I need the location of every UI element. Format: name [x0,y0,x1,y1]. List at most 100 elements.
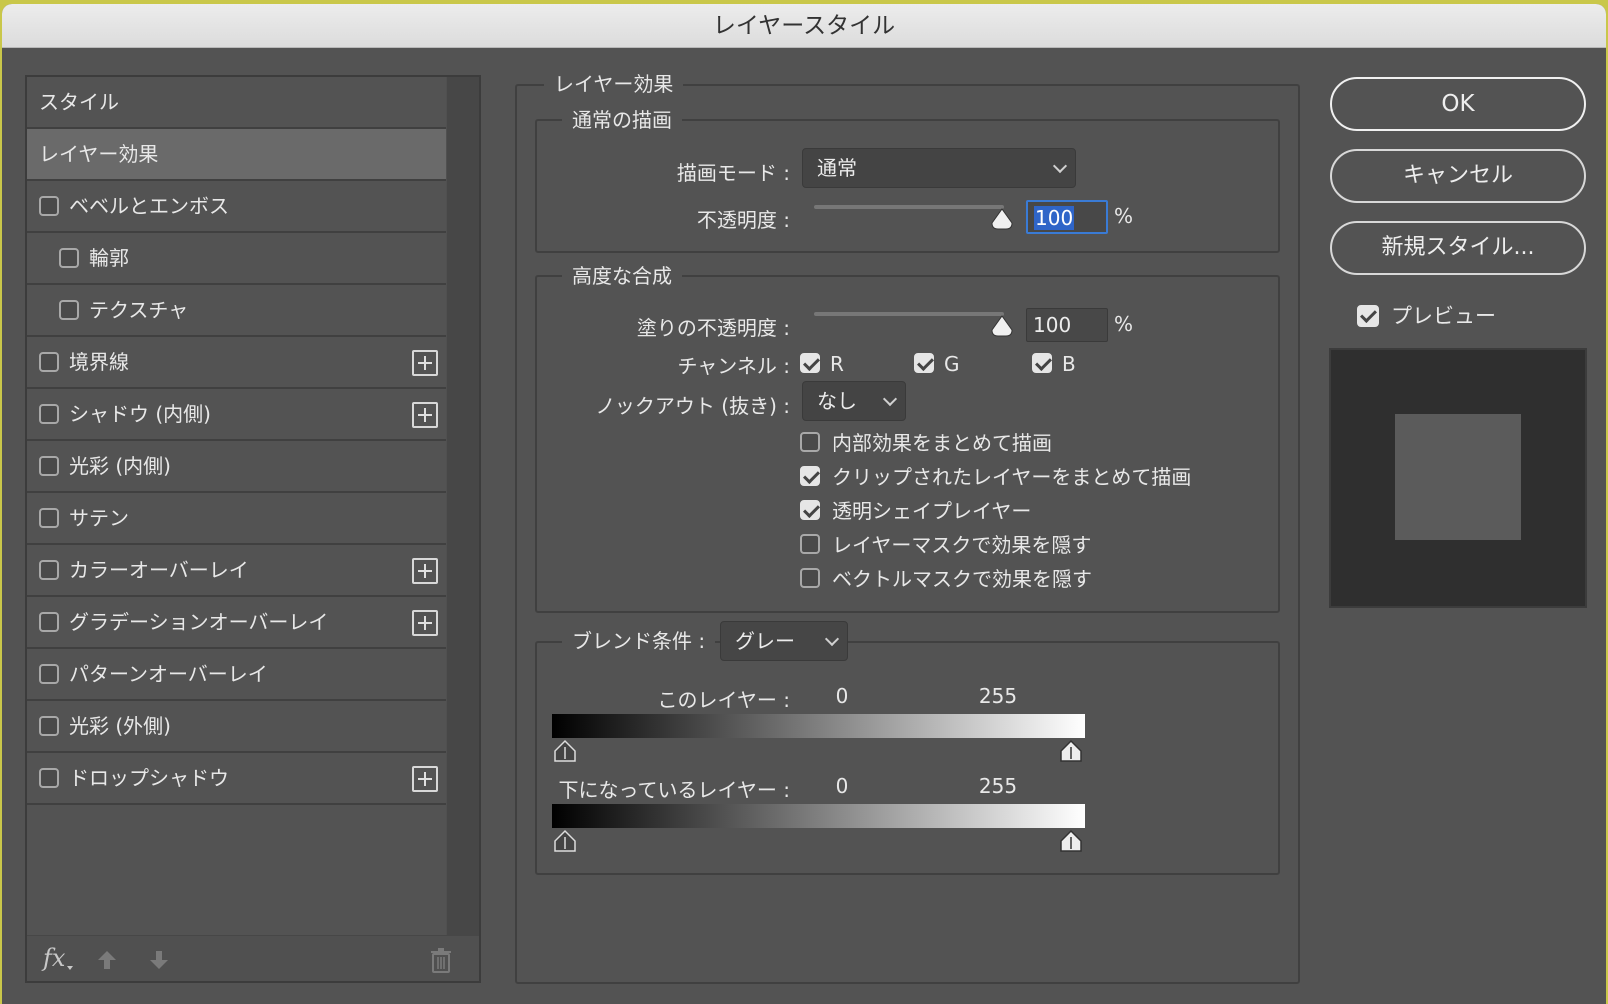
add-inner-shadow-plus-icon[interactable] [412,402,438,428]
sidebar-item-bevel-emboss[interactable]: ベベルとエンボス [27,181,446,233]
sidebar-item-label: グラデーションオーバーレイ [69,610,329,634]
trash-icon[interactable] [429,948,453,974]
opacity-unit: % [1114,204,1134,228]
this-layer-max: 255 [978,684,1018,708]
contour-checkbox[interactable] [59,248,79,268]
option-label: 透明シェイプレイヤー [832,499,1032,523]
preview-option[interactable]: プレビュー [1357,304,1557,328]
outer-glow-checkbox[interactable] [39,716,59,736]
sidebar-item-gradient-overlay[interactable]: グラデーションオーバーレイ [27,597,446,649]
move-up-arrow-icon[interactable] [95,948,119,972]
sidebar-item-inner-shadow[interactable]: シャドウ (内側) [27,389,446,441]
this-layer-gradient-bar [552,714,1085,738]
opacity-input[interactable]: 100 [1026,200,1108,234]
cancel-button[interactable]: キャンセル [1330,149,1586,203]
transparency-shapes-layer-checkbox[interactable] [800,500,820,520]
layer-mask-hides-effects-option[interactable]: レイヤーマスクで効果を隠す [800,533,1200,557]
add-drop-shadow-plus-icon[interactable] [412,766,438,792]
styles-list: スタイル レイヤー効果 ベベルとエンボス 輪郭 テクスチャ 境界線 シャドウ (… [27,77,446,935]
texture-checkbox[interactable] [59,300,79,320]
sidebar-item-styles[interactable]: スタイル [27,77,446,129]
underlying-layer-gradient-bar [552,804,1085,828]
sidebar-item-inner-glow[interactable]: 光彩 (内側) [27,441,446,493]
knockout-value: なし [817,389,857,413]
channel-g-checkbox[interactable] [914,353,934,373]
inner-glow-checkbox[interactable] [39,456,59,476]
underlying-black-slider[interactable] [553,829,577,853]
vector-mask-hides-effects-option[interactable]: ベクトルマスクで効果を隠す [800,567,1200,591]
this-layer-black-slider[interactable] [553,739,577,763]
sidebar-item-outer-glow[interactable]: 光彩 (外側) [27,701,446,753]
fill-opacity-slider-track[interactable] [814,312,1004,316]
layer-mask-hides-effects-checkbox[interactable] [800,534,820,554]
blend-clipped-layers-checkbox[interactable] [800,466,820,486]
sidebar-item-color-overlay[interactable]: カラーオーバーレイ [27,545,446,597]
sidebar-item-pattern-overlay[interactable]: パターンオーバーレイ [27,649,446,701]
opacity-slider-track[interactable] [814,205,1004,209]
sidebar-item-satin[interactable]: サテン [27,493,446,545]
this-layer-label: このレイヤー : [657,688,791,712]
blend-interior-effects-option[interactable]: 内部効果をまとめて描画 [800,431,1200,455]
channel-b-checkbox[interactable] [1032,353,1052,373]
channel-r-label: R [830,352,844,376]
sidebar-item-contour[interactable]: 輪郭 [27,233,446,285]
new-style-button[interactable]: 新規スタイル... [1330,221,1586,275]
stroke-checkbox[interactable] [39,352,59,372]
fill-opacity-input[interactable]: 100 [1026,308,1108,342]
bevel-emboss-checkbox[interactable] [39,196,59,216]
fx-menu-icon[interactable]: fx [43,944,75,972]
channel-g-option[interactable]: G [914,352,994,376]
knockout-select[interactable]: なし [802,381,906,421]
opacity-slider-thumb[interactable] [990,207,1014,231]
style-preview-thumbnail [1329,348,1587,608]
blend-if-label: ブレンド条件 : [562,629,716,655]
move-down-arrow-icon[interactable] [147,948,171,972]
sidebar-item-label: パターンオーバーレイ [69,662,268,686]
styles-list-scrollbar[interactable] [447,77,479,935]
option-label: ベクトルマスクで効果を隠す [832,567,1092,591]
styles-bottom-toolbar: fx [27,935,479,981]
satin-checkbox[interactable] [39,508,59,528]
drop-shadow-checkbox[interactable] [39,768,59,788]
blend-if-value: グレー [735,629,795,653]
add-stroke-plus-icon[interactable] [412,350,438,376]
sidebar-item-layer-effects[interactable]: レイヤー効果 [27,129,446,181]
add-gradient-overlay-plus-icon[interactable] [412,610,438,636]
sidebar-item-stroke[interactable]: 境界線 [27,337,446,389]
channel-b-label: B [1062,352,1076,376]
this-layer-white-slider[interactable] [1059,739,1083,763]
vector-mask-hides-effects-checkbox[interactable] [800,568,820,588]
blend-interior-effects-checkbox[interactable] [800,432,820,452]
color-overlay-checkbox[interactable] [39,560,59,580]
transparency-shapes-layer-option[interactable]: 透明シェイプレイヤー [800,499,1200,523]
underlying-white-slider[interactable] [1059,829,1083,853]
blend-mode-select[interactable]: 通常 [802,148,1076,188]
sidebar-item-drop-shadow[interactable]: ドロップシャドウ [27,753,446,805]
channel-r-option[interactable]: R [800,352,880,376]
sidebar-item-label: レイヤー効果 [39,142,159,166]
gradient-overlay-checkbox[interactable] [39,612,59,632]
blend-mode-label: 描画モード : [676,161,790,185]
fill-opacity-label: 塗りの不透明度 : [636,316,790,340]
preview-checkbox[interactable] [1357,305,1379,327]
styles-list-panel: スタイル レイヤー効果 ベベルとエンボス 輪郭 テクスチャ 境界線 シャドウ (… [25,75,481,983]
sidebar-item-label: 輪郭 [89,246,129,270]
sidebar-item-label: ドロップシャドウ [69,766,229,790]
ok-button[interactable]: OK [1330,77,1586,131]
blend-if-select[interactable]: グレー [720,621,848,661]
opacity-value: 100 [1034,206,1075,230]
sidebar-item-label: カラーオーバーレイ [69,558,249,582]
fill-opacity-slider-thumb[interactable] [990,314,1014,338]
option-label: レイヤーマスクで効果を隠す [832,533,1092,557]
channel-b-option[interactable]: B [1032,352,1112,376]
opacity-label: 不透明度 : [696,208,790,232]
sidebar-item-texture[interactable]: テクスチャ [27,285,446,337]
inner-shadow-checkbox[interactable] [39,404,59,424]
window-title: レイヤースタイル [2,4,1606,48]
blend-clipped-layers-option[interactable]: クリップされたレイヤーをまとめて描画 [800,465,1220,489]
option-label: クリップされたレイヤーをまとめて描画 [832,465,1192,489]
channels-label: チャンネル : [677,354,791,378]
add-color-overlay-plus-icon[interactable] [412,558,438,584]
pattern-overlay-checkbox[interactable] [39,664,59,684]
channel-r-checkbox[interactable] [800,353,820,373]
